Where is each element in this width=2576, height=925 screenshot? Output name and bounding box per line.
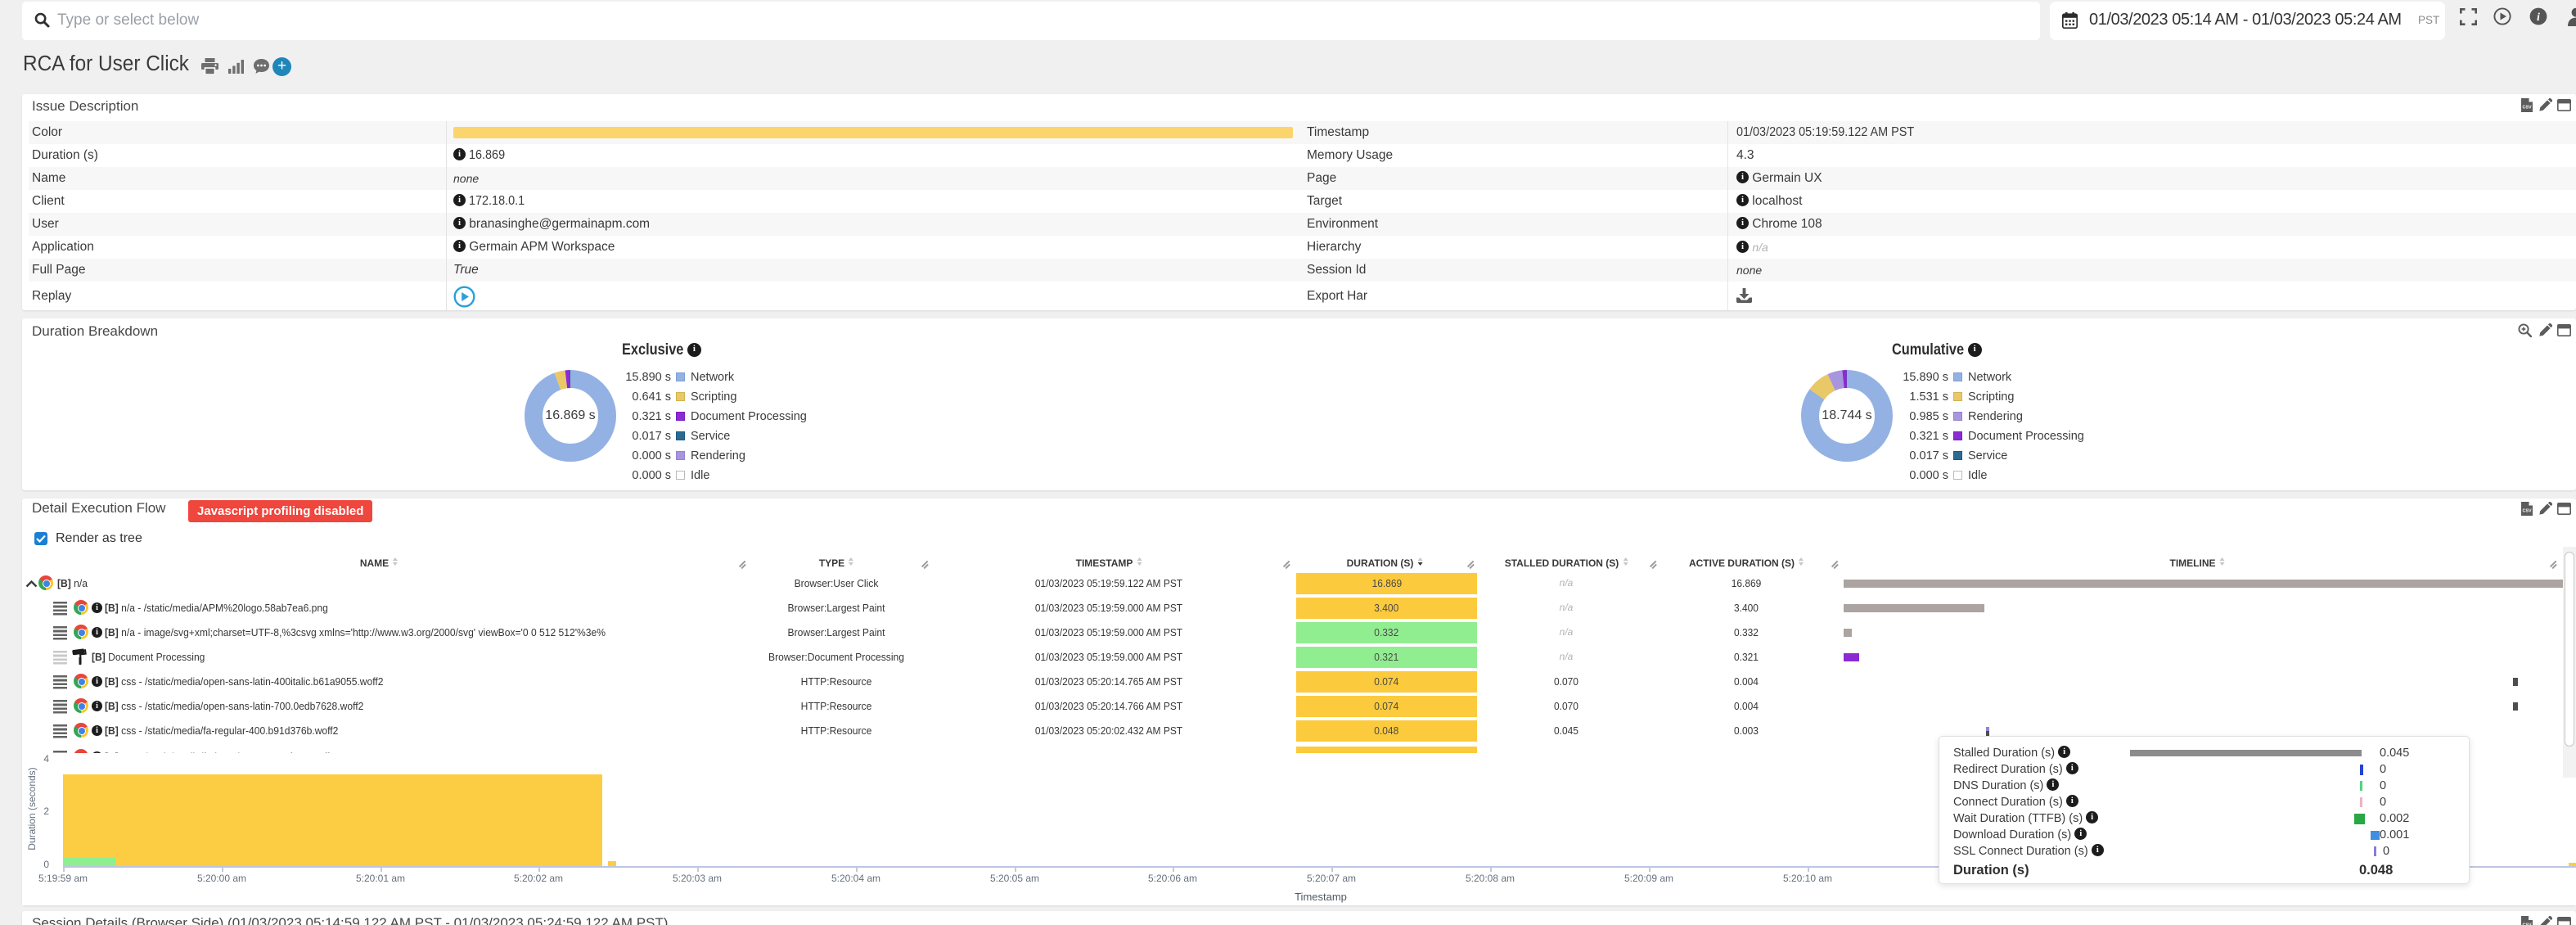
svg-text:CSV: CSV [2522, 106, 2531, 111]
svg-text:i: i [2537, 11, 2540, 24]
svg-text:CSV: CSV [2522, 509, 2531, 514]
